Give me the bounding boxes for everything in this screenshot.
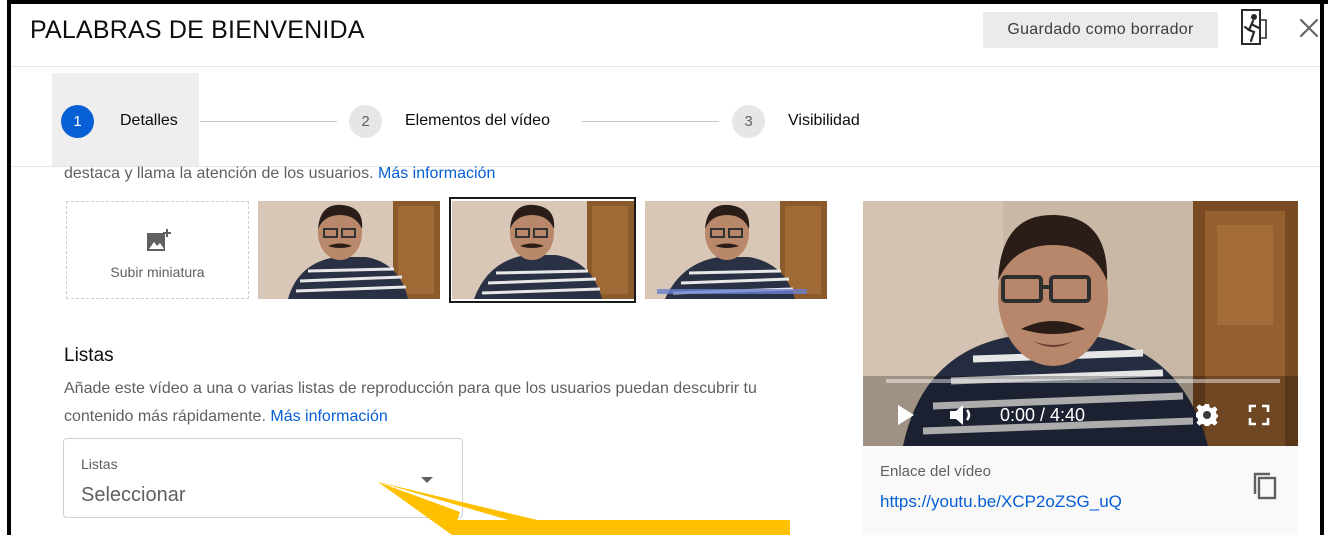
gear-icon[interactable] <box>1195 403 1219 427</box>
step-3-badge[interactable]: 3 <box>732 105 765 138</box>
video-link-label: Enlace del vídeo <box>880 463 991 480</box>
playlists-description-text: Añade este vídeo a una o varias listas d… <box>64 380 757 425</box>
add-photo-icon <box>145 227 173 255</box>
step-2-label[interactable]: Elementos del vídeo <box>405 112 550 130</box>
video-time: 0:00 / 4:40 <box>1000 405 1086 425</box>
step-3-label[interactable]: Visibilidad <box>788 112 860 130</box>
upload-thumbnail-button[interactable]: Subir miniatura <box>66 201 249 299</box>
volume-icon[interactable] <box>947 402 977 428</box>
fullscreen-icon[interactable] <box>1248 404 1270 426</box>
step-connector <box>582 121 719 122</box>
screenshot-border <box>7 0 11 535</box>
playlists-heading: Listas <box>64 345 114 366</box>
thumbnail-description-text: destaca y llama la atención de los usuar… <box>64 165 374 182</box>
thumbnail-more-info-link[interactable]: Más información <box>378 165 495 182</box>
playlists-dropdown-value: Seleccionar <box>81 484 186 506</box>
video-progress-bar[interactable] <box>886 379 1280 383</box>
upload-dialog: PALABRAS DE BIENVENIDA Guardado como bor… <box>0 0 1328 535</box>
dialog-title: PALABRAS DE BIENVENIDA <box>30 16 365 44</box>
upload-thumbnail-label: Subir miniatura <box>110 264 205 280</box>
video-link[interactable]: https://youtu.be/XCP2oZSG_uQ <box>880 492 1122 512</box>
thumbnail-description: destaca y llama la atención de los usuar… <box>64 165 495 183</box>
video-link-panel: Enlace del vídeo https://youtu.be/XCP2oZ… <box>863 446 1298 535</box>
step-1-label[interactable]: Detalles <box>120 112 178 130</box>
close-icon[interactable] <box>1298 14 1320 42</box>
chevron-down-icon <box>421 477 433 483</box>
selected-thumbnail-border <box>449 197 636 303</box>
playlists-dropdown-label: Listas <box>81 456 118 472</box>
playlists-dropdown[interactable]: Listas Seleccionar <box>63 438 463 518</box>
step-connector <box>200 121 337 122</box>
playlists-description: Añade este vídeo a una o varias listas d… <box>64 375 824 431</box>
playlists-more-info-link[interactable]: Más información <box>270 408 387 425</box>
header-divider <box>11 66 1320 67</box>
thumbnail-option[interactable] <box>645 201 827 299</box>
exit-icon[interactable] <box>1240 8 1268 48</box>
copy-icon[interactable] <box>1251 470 1279 502</box>
draft-status-badge: Guardado como borrador <box>983 12 1218 48</box>
screenshot-border <box>7 0 1328 4</box>
play-icon[interactable] <box>895 402 917 428</box>
step-1-badge[interactable]: 1 <box>61 105 94 138</box>
step-2-badge[interactable]: 2 <box>349 105 382 138</box>
screenshot-border <box>1320 0 1324 535</box>
thumbnail-option[interactable] <box>258 201 440 299</box>
